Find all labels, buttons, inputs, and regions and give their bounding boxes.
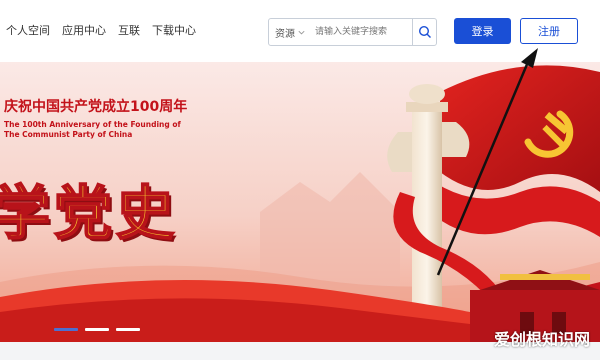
carousel-indicators xyxy=(54,328,140,331)
nav-item-download-center[interactable]: 下载中心 xyxy=(152,22,196,38)
chevron-down-icon xyxy=(298,30,305,34)
nav-item-interconnect[interactable]: 互联 xyxy=(118,22,140,38)
main-nav: 个人空间 应用中心 互联 下载中心 xyxy=(6,22,196,38)
nav-item-personal-space[interactable]: 个人空间 xyxy=(6,22,50,38)
login-button[interactable]: 登录 xyxy=(454,18,511,44)
search-button[interactable] xyxy=(412,19,436,45)
top-header: 个人空间 应用中心 互联 下载中心 资源 登录 注册 xyxy=(0,0,600,62)
banner-english-line-1: The 100th Anniversary of the Founding of xyxy=(4,120,181,129)
hero-banner[interactable]: 庆祝中国共产党成立100周年 The 100th Anniversary of … xyxy=(0,62,600,342)
banner-english-line-2: The Communist Party of China xyxy=(4,130,133,139)
carousel-dot-1[interactable] xyxy=(54,328,78,331)
banner-english-subtitle: The 100th Anniversary of the Founding of… xyxy=(4,120,181,140)
nav-item-app-center[interactable]: 应用中心 xyxy=(62,22,106,38)
search-category-select[interactable]: 资源 xyxy=(269,25,315,40)
search-category-label: 资源 xyxy=(275,28,295,40)
banner-slogan: 学党史 xyxy=(0,178,179,248)
register-button[interactable]: 注册 xyxy=(520,18,578,44)
search-icon xyxy=(418,25,431,38)
carousel-dot-2[interactable] xyxy=(85,328,109,331)
banner-title: 庆祝中国共产党成立100周年 xyxy=(4,99,188,115)
site-watermark: 爱创根知识网 xyxy=(493,330,590,349)
carousel-dot-3[interactable] xyxy=(116,328,140,331)
search-input[interactable] xyxy=(315,20,409,44)
search-box: 资源 xyxy=(268,18,437,46)
